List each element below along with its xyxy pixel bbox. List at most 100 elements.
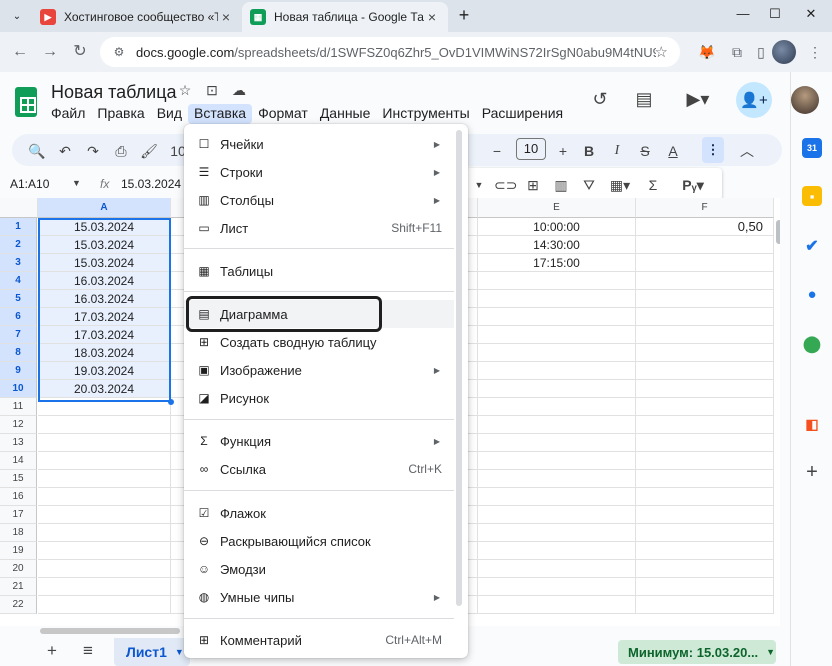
menu-tools[interactable]: Инструменты — [376, 104, 475, 124]
star-icon[interactable]: ☆ — [176, 82, 194, 100]
keep-icon[interactable]: ▪ — [802, 186, 822, 206]
row-header[interactable]: 9 — [0, 362, 37, 380]
menu-item-pivot-table[interactable]: ⊞ Создать сводную таблицу — [184, 328, 454, 356]
row-header[interactable]: 8 — [0, 344, 37, 362]
office-addon-icon[interactable]: ◧ — [802, 414, 822, 434]
cell-e[interactable] — [478, 560, 636, 578]
cell-e[interactable] — [478, 272, 636, 290]
extensions-puzzle-icon[interactable]: ⧉ — [726, 41, 748, 63]
increase-font-size-icon[interactable]: + — [552, 140, 574, 162]
cell-f[interactable] — [636, 452, 774, 470]
cell-e[interactable] — [478, 452, 636, 470]
cell-f[interactable] — [636, 416, 774, 434]
row-header[interactable]: 3 — [0, 254, 37, 272]
row-header[interactable]: 2 — [0, 236, 37, 254]
cell-e[interactable] — [478, 362, 636, 380]
cell-a[interactable]: 15.03.2024 — [38, 236, 171, 254]
filter-views-icon[interactable]: ▦▾ — [606, 174, 634, 196]
close-tab-icon[interactable]: × — [218, 9, 234, 25]
cell-a[interactable]: 20.03.2024 — [38, 380, 171, 398]
chevron-down-icon[interactable]: ▼ — [468, 174, 490, 196]
maps-icon[interactable]: ⬤ — [802, 334, 822, 354]
cell-a[interactable] — [38, 596, 171, 614]
fill-handle[interactable] — [168, 399, 174, 405]
add-sheet-icon[interactable]: + — [42, 642, 62, 662]
menu-item-chart[interactable]: ▤ Диаграмма — [184, 300, 454, 328]
strikethrough-icon[interactable]: S — [634, 140, 656, 162]
font-size-input[interactable]: 10 — [516, 138, 546, 160]
cell-a[interactable]: 16.03.2024 — [38, 290, 171, 308]
metamask-extension-icon[interactable]: 🦊 — [696, 41, 718, 63]
menu-data[interactable]: Данные — [314, 104, 377, 124]
menu-view[interactable]: Вид — [151, 104, 188, 124]
row-header[interactable]: 16 — [0, 488, 37, 506]
cell-e[interactable] — [478, 434, 636, 452]
input-tools-icon[interactable]: Pᵧ▾ — [676, 174, 710, 196]
cell-a[interactable]: 16.03.2024 — [38, 272, 171, 290]
all-sheets-icon[interactable]: ≡ — [78, 642, 98, 662]
browser-menu-icon[interactable]: ⋮ — [804, 41, 826, 63]
meet-video-icon[interactable]: ▶︎▾ — [678, 86, 718, 112]
menu-item-cells[interactable]: ☐ Ячейки ▶ — [184, 130, 454, 158]
cell-a[interactable]: 17.03.2024 — [38, 326, 171, 344]
cell-a[interactable]: 19.03.2024 — [38, 362, 171, 380]
bold-icon[interactable]: B — [578, 140, 600, 162]
cell-e[interactable] — [478, 380, 636, 398]
cell-f[interactable] — [636, 272, 774, 290]
forward-button[interactable]: → — [38, 40, 62, 64]
hide-menus-chevron-icon[interactable]: ︿ — [736, 140, 758, 162]
cell-f[interactable] — [636, 398, 774, 416]
row-header[interactable]: 12 — [0, 416, 37, 434]
menu-scrollbar[interactable] — [456, 130, 462, 606]
move-folder-icon[interactable]: ⊡ — [203, 82, 221, 100]
row-header[interactable]: 14 — [0, 452, 37, 470]
new-tab-button[interactable]: + — [454, 6, 474, 26]
address-bar[interactable]: ⚙ docs.google.com/spreadsheets/d/1SWFSZ0… — [100, 37, 680, 67]
calendar-icon[interactable]: 31 — [802, 138, 822, 158]
cell-f[interactable] — [636, 236, 774, 254]
menu-item-columns[interactable]: ▥ Столбцы ▶ — [184, 186, 454, 214]
italic-icon[interactable]: I — [606, 140, 628, 162]
menu-item-function[interactable]: Σ Функция ▶ — [184, 427, 454, 455]
print-icon[interactable]: ⎙ — [110, 140, 132, 162]
cell-f[interactable] — [636, 344, 774, 362]
get-addons-icon[interactable]: + — [802, 461, 822, 483]
row-header[interactable]: 4 — [0, 272, 37, 290]
close-window-button[interactable]: ✕ — [796, 6, 826, 26]
text-color-icon[interactable]: A — [662, 140, 684, 162]
cell-e[interactable] — [478, 524, 636, 542]
menu-item-link[interactable]: ∞ Ссылка Ctrl+K — [184, 455, 454, 483]
cell-e[interactable] — [478, 542, 636, 560]
menu-item-rows[interactable]: ☰ Строки ▶ — [184, 158, 454, 186]
cell-e[interactable] — [478, 398, 636, 416]
cell-a[interactable]: 15.03.2024 — [38, 218, 171, 236]
cell-e[interactable] — [478, 326, 636, 344]
cell-f[interactable] — [636, 308, 774, 326]
search-menus-icon[interactable]: 🔍 — [26, 140, 48, 162]
cell-f[interactable] — [636, 560, 774, 578]
cell-f[interactable] — [636, 434, 774, 452]
row-header[interactable]: 15 — [0, 470, 37, 488]
menu-item-dropdown[interactable]: ⊖ Раскрывающийся список — [184, 527, 454, 555]
cell-e[interactable]: 14:30:00 — [478, 236, 636, 254]
row-header[interactable]: 17 — [0, 506, 37, 524]
cell-e[interactable] — [478, 290, 636, 308]
cell-e[interactable] — [478, 416, 636, 434]
paint-format-icon[interactable]: 🖌 — [138, 140, 160, 162]
redo-icon[interactable]: ↷ — [82, 140, 104, 162]
site-info-icon[interactable]: ⚙ — [110, 43, 128, 61]
contacts-icon[interactable]: ● — [802, 284, 822, 304]
tasks-icon[interactable]: ✔ — [802, 236, 822, 256]
row-header[interactable]: 20 — [0, 560, 37, 578]
close-tab-icon[interactable]: × — [424, 9, 440, 25]
cell-f[interactable] — [636, 488, 774, 506]
menu-file[interactable]: Файл — [45, 104, 91, 124]
insert-link-icon[interactable]: ⊂⊃ — [494, 174, 517, 196]
cell-f[interactable] — [636, 380, 774, 398]
row-header[interactable]: 7 — [0, 326, 37, 344]
share-button[interactable]: 👤+ — [736, 82, 772, 118]
cell-a[interactable] — [38, 542, 171, 560]
row-header[interactable]: 19 — [0, 542, 37, 560]
name-box[interactable]: A1:A10 — [10, 177, 49, 191]
row-header[interactable]: 10 — [0, 380, 37, 398]
